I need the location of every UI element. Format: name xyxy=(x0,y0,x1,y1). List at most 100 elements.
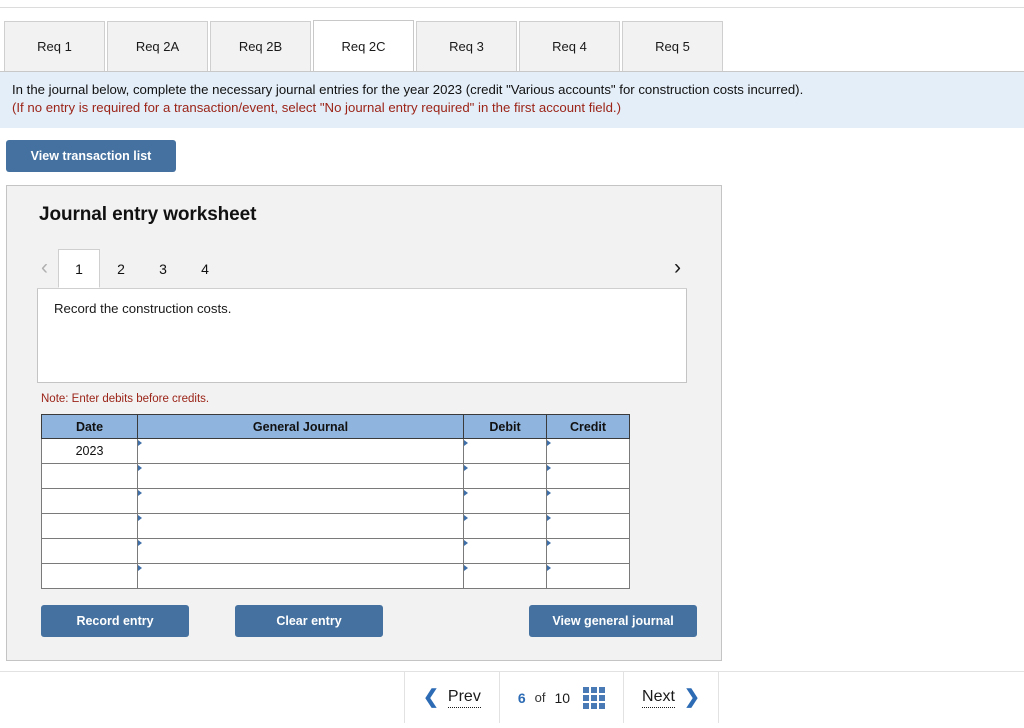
worksheet-actions: Record entry Clear entry View general jo… xyxy=(41,605,697,639)
dropdown-marker-icon xyxy=(138,440,142,446)
journal-debit-input[interactable] xyxy=(463,563,547,589)
dropdown-marker-icon xyxy=(547,540,551,546)
requirement-tab-label: Req 1 xyxy=(37,39,72,54)
chevron-left-icon[interactable]: ‹ xyxy=(37,257,58,288)
journal-account-input[interactable] xyxy=(137,463,464,489)
requirement-tab-req-4[interactable]: Req 4 xyxy=(519,21,620,71)
journal-table-header-row: Date General Journal Debit Credit xyxy=(41,414,630,439)
requirement-tab-label: Req 2A xyxy=(135,39,180,54)
journal-debit-input[interactable] xyxy=(463,538,547,564)
journal-debit-input[interactable] xyxy=(463,513,547,539)
journal-entry-worksheet-panel: Journal entry worksheet ‹ 1 2 3 4 › Record … xyxy=(6,185,722,661)
chevron-right-icon[interactable]: ❯ xyxy=(684,688,700,707)
transaction-list-toolbar: View transaction list xyxy=(0,128,1024,172)
entry-tab-label: 3 xyxy=(159,261,167,277)
journal-account-input[interactable] xyxy=(137,438,464,464)
requirement-tabs: Req 1 Req 2A Req 2B Req 2C Req 3 Req 4 Req 5 xyxy=(4,20,1024,71)
requirement-tab-req-1[interactable]: Req 1 xyxy=(4,21,105,71)
requirement-tab-label: Req 3 xyxy=(449,39,484,54)
journal-credit-input[interactable] xyxy=(546,438,630,464)
journal-account-input[interactable] xyxy=(137,488,464,514)
journal-credit-input[interactable] xyxy=(546,463,630,489)
chevron-left-icon[interactable]: ❮ xyxy=(423,688,439,707)
dropdown-marker-icon xyxy=(547,565,551,571)
journal-table-row: 2023 xyxy=(41,438,630,464)
journal-table-row xyxy=(41,513,630,539)
journal-date-cell[interactable] xyxy=(41,538,138,564)
journal-table-row xyxy=(41,463,630,489)
entry-tab-2[interactable]: 2 xyxy=(100,250,142,288)
entry-tab-list: 1 2 3 4 xyxy=(58,249,226,288)
journal-credit-input[interactable] xyxy=(546,513,630,539)
journal-date-cell[interactable]: 2023 xyxy=(41,438,138,464)
column-header-date: Date xyxy=(41,414,138,439)
prev-page-label[interactable]: Prev xyxy=(447,687,481,708)
journal-debit-input[interactable] xyxy=(463,438,547,464)
requirement-tab-req-2a[interactable]: Req 2A xyxy=(107,21,208,71)
entry-tab-label: 2 xyxy=(117,261,125,277)
dropdown-marker-icon xyxy=(138,540,142,546)
requirement-tab-strip: Req 1 Req 2A Req 2B Req 2C Req 3 Req 4 Req 5 xyxy=(0,20,1024,72)
journal-table: Date General Journal Debit Credit 2023 xyxy=(41,414,630,589)
requirement-tab-req-5[interactable]: Req 5 xyxy=(622,21,723,71)
dropdown-marker-icon xyxy=(138,565,142,571)
view-general-journal-button[interactable]: View general journal xyxy=(529,605,697,637)
top-divider xyxy=(0,7,1024,8)
grid-view-icon[interactable] xyxy=(583,686,606,709)
entry-tab-label: 1 xyxy=(75,260,83,277)
journal-table-row xyxy=(41,538,630,564)
requirement-tab-label: Req 5 xyxy=(655,39,690,54)
journal-account-input[interactable] xyxy=(137,538,464,564)
entry-tab-4[interactable]: 4 xyxy=(184,250,226,288)
dropdown-marker-icon xyxy=(464,565,468,571)
debits-before-credits-note: Note: Enter debits before credits. xyxy=(41,393,210,405)
dropdown-marker-icon xyxy=(138,515,142,521)
footer-pagination-bar: ❮ Prev 6 of 10 Next ❯ xyxy=(0,671,1024,723)
instructions-primary-text: In the journal below, complete the neces… xyxy=(12,82,804,97)
journal-account-input[interactable] xyxy=(137,563,464,589)
next-page-control[interactable]: Next ❯ xyxy=(624,672,718,723)
dropdown-marker-icon xyxy=(547,440,551,446)
journal-debit-input[interactable] xyxy=(463,463,547,489)
total-pages-number: 10 xyxy=(554,689,571,706)
journal-table-row xyxy=(41,563,630,589)
dropdown-marker-icon xyxy=(547,515,551,521)
entry-tab-1[interactable]: 1 xyxy=(58,249,100,288)
column-header-general-journal: General Journal xyxy=(137,414,464,439)
journal-date-cell[interactable] xyxy=(41,563,138,589)
clear-entry-button[interactable]: Clear entry xyxy=(235,605,383,637)
chevron-right-icon[interactable]: › xyxy=(670,257,687,288)
journal-date-cell[interactable] xyxy=(41,488,138,514)
entry-tab-3[interactable]: 3 xyxy=(142,250,184,288)
instructions-banner: In the journal below, complete the neces… xyxy=(0,72,1024,128)
dropdown-marker-icon xyxy=(464,465,468,471)
requirement-tab-req-3[interactable]: Req 3 xyxy=(416,21,517,71)
journal-credit-input[interactable] xyxy=(546,488,630,514)
entry-description: Record the construction costs. xyxy=(37,289,687,383)
requirement-tab-label: Req 2C xyxy=(341,38,386,54)
worksheet-title: Journal entry worksheet xyxy=(39,204,257,225)
current-page-number: 6 xyxy=(517,689,526,706)
requirement-tab-req-2b[interactable]: Req 2B xyxy=(210,21,311,71)
requirement-tab-req-2c[interactable]: Req 2C xyxy=(313,20,414,71)
record-entry-button[interactable]: Record entry xyxy=(41,605,189,637)
dropdown-marker-icon xyxy=(138,465,142,471)
dropdown-marker-icon xyxy=(138,490,142,496)
dropdown-marker-icon xyxy=(464,490,468,496)
instructions-secondary-text: (If no entry is required for a transacti… xyxy=(12,100,621,115)
journal-date-cell[interactable] xyxy=(41,463,138,489)
journal-table-row xyxy=(41,488,630,514)
next-page-label[interactable]: Next xyxy=(642,687,675,708)
view-transaction-list-button[interactable]: View transaction list xyxy=(6,140,176,172)
dropdown-marker-icon xyxy=(464,440,468,446)
dropdown-marker-icon xyxy=(464,515,468,521)
journal-table-body: 2023 xyxy=(41,438,630,589)
dropdown-marker-icon xyxy=(464,540,468,546)
journal-credit-input[interactable] xyxy=(546,538,630,564)
journal-debit-input[interactable] xyxy=(463,488,547,514)
journal-date-cell[interactable] xyxy=(41,513,138,539)
prev-page-control[interactable]: ❮ Prev xyxy=(405,672,499,723)
page-indicator: 6 of 10 xyxy=(500,672,623,723)
journal-account-input[interactable] xyxy=(137,513,464,539)
journal-credit-input[interactable] xyxy=(546,563,630,589)
